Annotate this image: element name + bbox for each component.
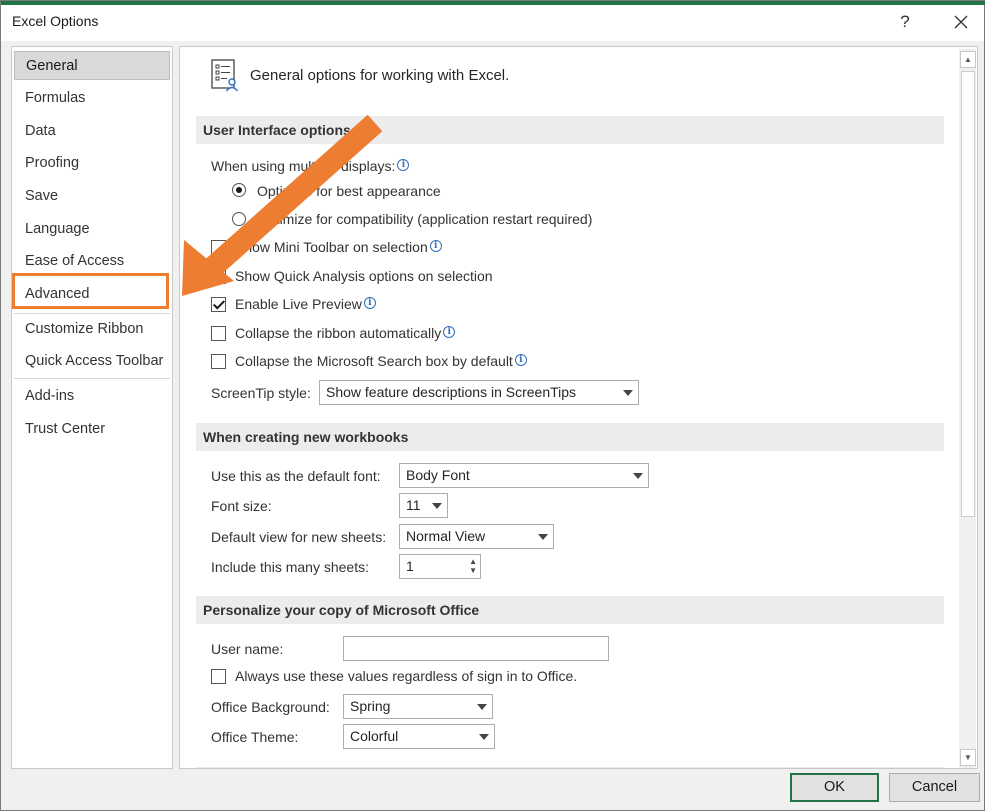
page-title: General options for working with Excel. (250, 67, 510, 84)
radio-optimize-appearance-label: Optimize for best appearance (257, 183, 441, 199)
default-view-label: Default view for new sheets: (211, 529, 387, 545)
nav-item-proofing[interactable]: Proofing (14, 149, 170, 178)
screentip-style-value: Show feature descriptions in ScreenTips (326, 384, 577, 400)
office-theme-select[interactable]: Colorful (343, 724, 495, 749)
nav-item-ease-of-access[interactable]: Ease of Access (14, 247, 170, 276)
section-divider (196, 767, 944, 768)
collapse-search-label: Collapse the Microsoft Search box by def… (235, 353, 527, 369)
scroll-up-icon[interactable]: ▲ (960, 51, 976, 68)
dropdown-arrow-icon (633, 473, 643, 479)
radio-optimize-compatibility-label: Optimize for compatibility (application … (257, 211, 593, 227)
nav-item-add-ins[interactable]: Add-ins (14, 382, 170, 411)
dialog-title: Excel Options (12, 13, 99, 29)
nav-item-quick-access-toolbar[interactable]: Quick Access Toolbar (14, 347, 170, 376)
default-font-label: Use this as the default font: (211, 468, 381, 484)
multi-display-label: When using multiple displays: i (211, 158, 410, 174)
sheet-count-value: 1 (406, 558, 414, 574)
user-name-input[interactable] (343, 636, 609, 661)
scroll-down-icon[interactable]: ▼ (960, 749, 976, 766)
options-nav: General Formulas Data Proofing Save Lang… (11, 46, 173, 769)
nav-item-trust-center[interactable]: Trust Center (14, 415, 170, 444)
font-size-label: Font size: (211, 498, 272, 514)
enable-live-preview-label: Enable Live Preview i (235, 296, 376, 312)
nav-divider (14, 313, 170, 314)
info-icon: i (443, 326, 456, 338)
dialog-titlebar: Excel Options ? (1, 5, 984, 41)
info-icon: i (514, 354, 527, 366)
nav-divider (14, 378, 170, 379)
section-new-workbooks: When creating new workbooks (196, 423, 944, 451)
show-quick-analysis-checkbox[interactable] (211, 269, 226, 284)
section-user-interface: User Interface options (196, 116, 944, 144)
show-quick-analysis-label: Show Quick Analysis options on selection (235, 268, 493, 284)
radio-optimize-appearance[interactable] (232, 183, 246, 197)
info-icon: i (363, 297, 376, 309)
content-scrollbar[interactable]: ▲ ▼ (959, 49, 976, 768)
info-icon: i (429, 240, 442, 252)
office-theme-value: Colorful (350, 728, 399, 744)
nav-item-customize-ribbon[interactable]: Customize Ribbon (14, 315, 170, 344)
show-mini-toolbar-checkbox[interactable] (211, 240, 226, 255)
close-icon (954, 15, 968, 29)
default-font-select[interactable]: Body Font (399, 463, 649, 488)
dropdown-arrow-icon (477, 704, 487, 710)
screentip-style-label: ScreenTip style: (211, 385, 311, 401)
close-button[interactable] (947, 9, 975, 35)
nav-item-data[interactable]: Data (14, 117, 170, 146)
collapse-search-checkbox[interactable] (211, 354, 226, 369)
sheet-count-spinner[interactable]: 1 ▲ ▼ (399, 554, 481, 579)
always-use-values-label: Always use these values regardless of si… (235, 668, 578, 684)
help-button[interactable]: ? (893, 9, 917, 35)
office-background-select[interactable]: Spring (343, 694, 493, 719)
spin-down-icon[interactable]: ▼ (469, 567, 477, 575)
dropdown-arrow-icon (479, 734, 489, 740)
font-size-value: 11 (406, 497, 421, 513)
options-content-pane: General options for working with Excel. … (179, 46, 978, 769)
sheet-count-label: Include this many sheets: (211, 559, 369, 575)
scroll-thumb[interactable] (961, 71, 975, 517)
ok-button[interactable]: OK (790, 773, 879, 802)
default-font-value: Body Font (406, 467, 470, 483)
spin-up-icon[interactable]: ▲ (469, 558, 477, 566)
dropdown-arrow-icon (432, 503, 442, 509)
user-name-label: User name: (211, 641, 284, 657)
section-personalize: Personalize your copy of Microsoft Offic… (196, 596, 944, 624)
office-background-value: Spring (350, 698, 391, 714)
default-view-select[interactable]: Normal View (399, 524, 554, 549)
office-theme-label: Office Theme: (211, 729, 299, 745)
font-size-select[interactable]: 11 (399, 493, 448, 518)
always-use-values-checkbox[interactable] (211, 669, 226, 684)
collapse-ribbon-checkbox[interactable] (211, 326, 226, 341)
advanced-highlight-box (12, 273, 169, 309)
nav-item-save[interactable]: Save (14, 182, 170, 211)
nav-item-general[interactable]: General (14, 51, 170, 80)
screentip-style-select[interactable]: Show feature descriptions in ScreenTips (319, 380, 639, 405)
dropdown-arrow-icon (538, 534, 548, 540)
general-options-icon (211, 59, 239, 92)
radio-optimize-compatibility[interactable] (232, 212, 246, 226)
cancel-button[interactable]: Cancel (889, 773, 980, 802)
dropdown-arrow-icon (623, 390, 633, 396)
office-background-label: Office Background: (211, 699, 330, 715)
default-view-value: Normal View (406, 528, 486, 544)
info-icon: i (397, 159, 410, 171)
enable-live-preview-checkbox[interactable] (211, 297, 226, 312)
nav-item-formulas[interactable]: Formulas (14, 84, 170, 113)
nav-item-language[interactable]: Language (14, 215, 170, 244)
show-mini-toolbar-label: Show Mini Toolbar on selection i (235, 239, 442, 255)
excel-options-dialog: Excel Options ? General Formulas Data Pr… (0, 0, 985, 811)
collapse-ribbon-label: Collapse the ribbon automatically i (235, 325, 456, 341)
